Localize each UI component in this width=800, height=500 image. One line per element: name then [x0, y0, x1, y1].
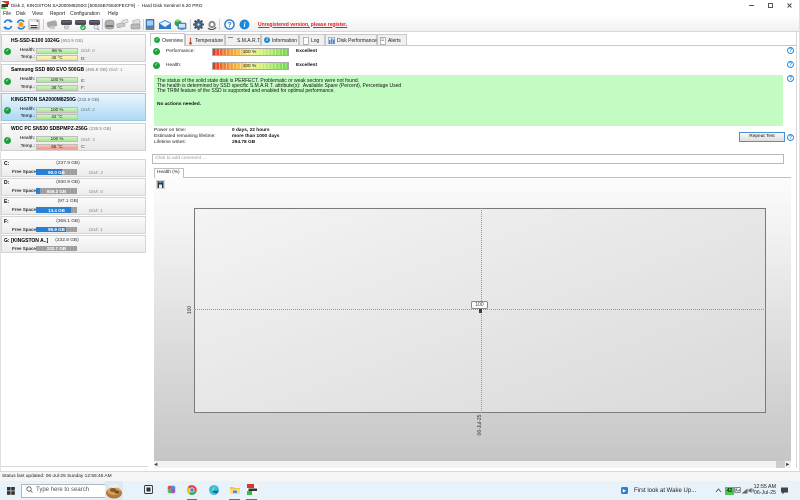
svg-text:?: ?	[227, 22, 231, 29]
